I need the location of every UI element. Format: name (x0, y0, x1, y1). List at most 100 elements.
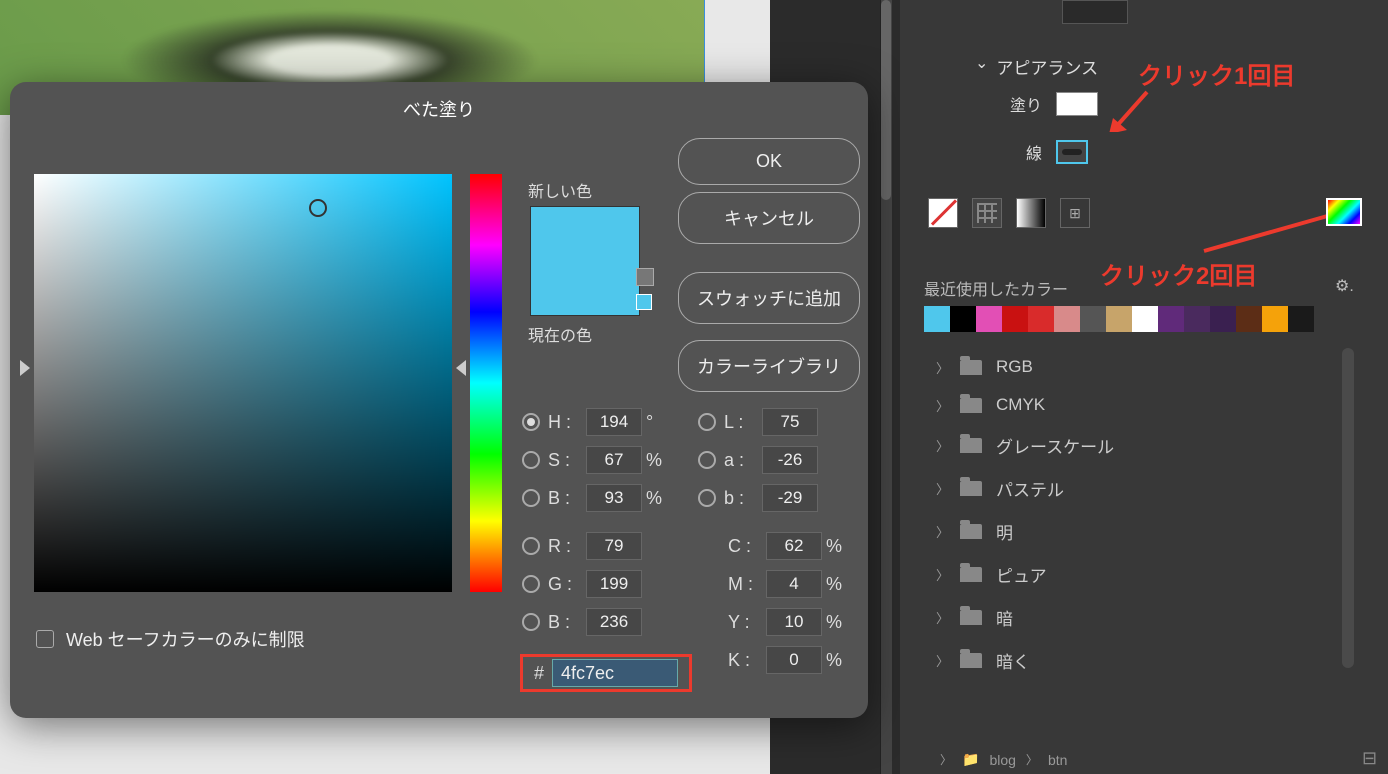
s-input[interactable] (586, 446, 642, 474)
folder-icon (960, 524, 982, 539)
g-label: G : (548, 574, 582, 595)
l-input[interactable] (762, 408, 818, 436)
chevron-right-icon: 〉 (1026, 751, 1038, 768)
chevron-right-icon: 〉 (940, 751, 952, 768)
a-label: a : (724, 450, 758, 471)
y-label: Y : (728, 612, 762, 633)
hue-slider[interactable] (470, 174, 502, 592)
appearance-label: アピアランス (996, 54, 1098, 79)
current-color-swatch[interactable] (636, 294, 652, 310)
recent-swatch[interactable] (1210, 306, 1236, 332)
recent-swatch[interactable] (1054, 306, 1080, 332)
c-input[interactable] (766, 532, 822, 560)
recent-swatch[interactable] (1028, 306, 1054, 332)
swatch-folder-row[interactable]: 〉RGB (932, 348, 1352, 386)
g-input[interactable] (586, 570, 642, 598)
pattern-button[interactable]: ⊞ (1060, 198, 1090, 228)
websafe-checkbox[interactable] (36, 630, 54, 648)
fill-row: 塗り (1010, 92, 1098, 116)
g-radio[interactable] (522, 575, 540, 593)
s-radio[interactable] (522, 451, 540, 469)
y-row: Y : % (728, 608, 846, 636)
y-input[interactable] (766, 608, 822, 636)
bv-input[interactable] (586, 484, 642, 512)
no-color-button[interactable] (928, 198, 958, 228)
l-label: L : (724, 412, 758, 433)
swatch-folder-row[interactable]: 〉CMYK (932, 386, 1352, 424)
color-picker-dialog: べた塗り 新しい色 現在の色 OK キャンセル スウォッチに追加 カラーライブラ… (10, 82, 868, 718)
r-label: R : (548, 536, 582, 557)
recent-swatch[interactable] (1002, 306, 1028, 332)
gear-icon[interactable]: ⚙. (1335, 276, 1354, 296)
recent-swatch[interactable] (1080, 306, 1106, 332)
annotation-click1: クリック1回目 (1138, 56, 1295, 91)
b-input[interactable] (762, 484, 818, 512)
folder-label: 暗 (996, 605, 1013, 630)
recent-swatch[interactable] (1288, 306, 1314, 332)
recent-swatch[interactable] (1158, 306, 1184, 332)
r-radio[interactable] (522, 537, 540, 555)
hex-input[interactable] (552, 659, 678, 687)
bc-radio[interactable] (522, 613, 540, 631)
cube-icon[interactable] (636, 268, 654, 286)
recent-swatch[interactable] (1132, 306, 1158, 332)
swatch-folder-row[interactable]: 〉暗 (932, 596, 1352, 639)
r-input[interactable] (586, 532, 642, 560)
bv-unit: % (646, 488, 666, 509)
color-field[interactable] (34, 174, 452, 592)
color-picker-button[interactable] (1326, 198, 1362, 226)
recent-swatch[interactable] (950, 306, 976, 332)
h-label: H : (548, 412, 582, 433)
swatch-folder-row[interactable]: 〉 ピュア (932, 553, 1352, 596)
recent-swatch[interactable] (924, 306, 950, 332)
swatch-folder-row[interactable]: 〉明 (932, 510, 1352, 553)
breadcrumb-item-1[interactable]: btn (1048, 752, 1067, 768)
swatch-folder-row[interactable]: 〉グレースケール (932, 424, 1352, 467)
b-radio[interactable] (698, 489, 716, 507)
bv-radio[interactable] (522, 489, 540, 507)
breadcrumb-item-0[interactable]: blog (989, 752, 1015, 768)
color-field-cursor[interactable] (309, 199, 327, 217)
k-input[interactable] (766, 646, 822, 674)
panel-menu-icon[interactable]: ⊟ (1362, 748, 1377, 769)
l-row: L : (698, 408, 822, 436)
folder-label: ピュア (996, 562, 1047, 587)
swatch-grid-button[interactable] (972, 198, 1002, 228)
fill-swatch[interactable] (1056, 92, 1098, 116)
recent-swatch[interactable] (1262, 306, 1288, 332)
new-color-preview[interactable] (530, 206, 640, 316)
field-pointer-right (456, 360, 466, 376)
bc-input[interactable] (586, 608, 642, 636)
folder-icon (960, 481, 982, 496)
cancel-button[interactable]: キャンセル (678, 192, 860, 244)
folder-scrollbar[interactable] (1342, 348, 1354, 668)
y-unit: % (826, 612, 846, 633)
a-input[interactable] (762, 446, 818, 474)
color-library-button[interactable]: カラーライブラリ (678, 340, 860, 392)
swatch-folder-row[interactable]: 〉暗く (932, 639, 1352, 682)
add-swatch-button[interactable]: スウォッチに追加 (678, 272, 860, 324)
recent-swatch[interactable] (1106, 306, 1132, 332)
a-row: a : (698, 446, 822, 474)
recent-swatch[interactable] (1236, 306, 1262, 332)
recent-swatch[interactable] (976, 306, 1002, 332)
m-input[interactable] (766, 570, 822, 598)
swatch-folder-row[interactable]: 〉パステル (932, 467, 1352, 510)
swatch-folder-list: 〉RGB〉CMYK〉グレースケール〉パステル〉明〉 ピュア〉暗〉暗く (932, 348, 1352, 682)
main-scrollbar-thumb[interactable] (881, 0, 891, 200)
a-radio[interactable] (698, 451, 716, 469)
stroke-swatch[interactable] (1056, 140, 1088, 164)
appearance-header[interactable]: アピアランス (975, 54, 1098, 79)
l-radio[interactable] (698, 413, 716, 431)
recent-swatch[interactable] (1184, 306, 1210, 332)
top-numeric-field[interactable] (1062, 0, 1128, 24)
h-input[interactable] (586, 408, 642, 436)
folder-label: 明 (996, 519, 1013, 544)
chevron-right-icon: 〉 (936, 565, 952, 584)
breadcrumb: 〉 📁 blog 〉 btn (940, 751, 1067, 768)
r-row: R : (522, 532, 646, 560)
gradient-button[interactable] (1016, 198, 1046, 228)
bc-label: B : (548, 612, 582, 633)
ok-button[interactable]: OK (678, 138, 860, 185)
h-radio[interactable] (522, 413, 540, 431)
